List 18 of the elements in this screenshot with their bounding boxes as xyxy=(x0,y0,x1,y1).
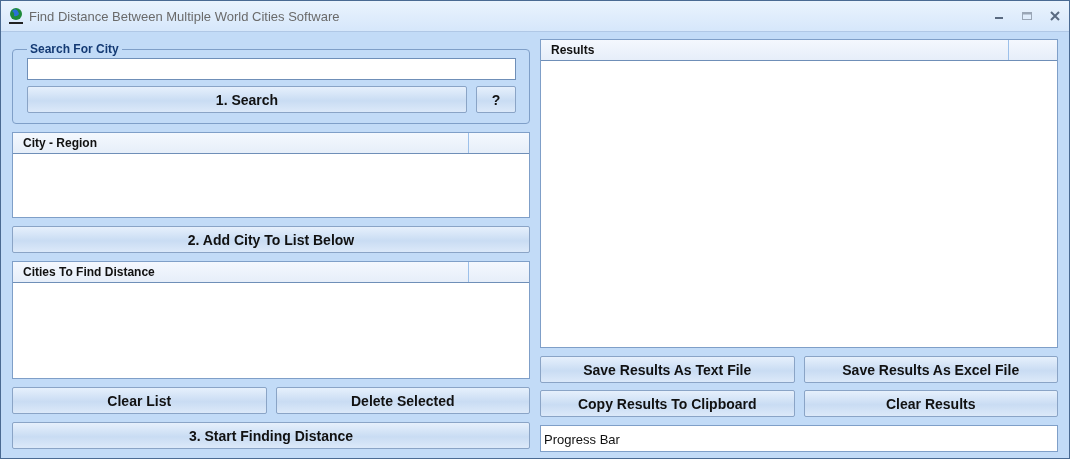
list-button[interactable]: Delete Selected xyxy=(275,387,530,414)
group-legend: Search For City xyxy=(27,42,122,56)
window-title: Find Distance Between Multiple World Cities Software xyxy=(29,8,340,24)
results-button[interactable]: Save Results As Text File xyxy=(540,356,795,383)
city-list[interactable]: City - Region xyxy=(12,132,530,218)
list-button[interactable]: Clear List xyxy=(12,387,267,414)
add-city-button[interactable]: 2. Add City To List Below xyxy=(12,226,530,253)
search-field[interactable] xyxy=(27,58,516,80)
start-button[interactable]: 3. Start Finding Distance xyxy=(12,422,530,449)
results-button[interactable]: Copy Results To Clipboard xyxy=(540,390,795,417)
results-list[interactable]: Results xyxy=(540,39,1058,348)
cities-list[interactable]: Cities To Find Distance xyxy=(12,261,530,379)
results-button[interactable]: Clear Results xyxy=(803,390,1058,417)
results-button[interactable]: Save Results As Excel File xyxy=(803,356,1058,383)
help-button[interactable]: ? xyxy=(476,86,516,113)
close-icon[interactable] xyxy=(1049,10,1061,22)
globe-icon xyxy=(7,7,25,25)
search-button[interactable]: 1. Search xyxy=(27,86,467,113)
